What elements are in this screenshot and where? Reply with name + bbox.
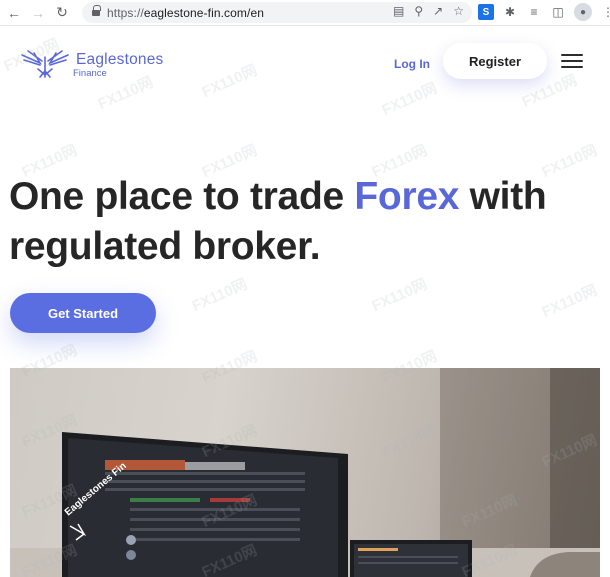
side-panel-icon[interactable]: ◫: [550, 4, 566, 20]
brand-subtitle: Finance: [73, 68, 107, 79]
more-menu-icon[interactable]: ⋮: [600, 4, 610, 20]
forward-icon[interactable]: →: [28, 3, 48, 23]
get-started-button[interactable]: Get Started: [10, 293, 156, 333]
url-text: https://eaglestone-fin.com/en: [107, 6, 264, 20]
bookmark-star-icon[interactable]: ☆: [453, 4, 464, 18]
site-header: Eaglestones Finance Log In Register: [0, 27, 610, 97]
address-bar[interactable]: https://eaglestone-fin.com/en ▤ ⚲ ↗ ☆: [82, 2, 472, 23]
eagle-logo-icon: [21, 50, 69, 78]
reading-list-icon[interactable]: ≡: [526, 4, 542, 20]
browser-toolbar: ← → ↻ https://eaglestone-fin.com/en ▤ ⚲ …: [0, 0, 610, 26]
extension-icon[interactable]: S: [478, 4, 494, 20]
login-link[interactable]: Log In: [394, 57, 430, 71]
watermark: FX110网: [539, 281, 600, 322]
url-host: eaglestone-fin.com/en: [143, 5, 265, 20]
back-icon[interactable]: ←: [4, 3, 24, 23]
translate-icon[interactable]: ▤: [393, 4, 404, 18]
hero-title: One place to trade Forex with regulated …: [9, 172, 599, 272]
watermark: FX110网: [189, 275, 250, 316]
zoom-icon[interactable]: ⚲: [414, 4, 423, 18]
logo[interactable]: Eaglestones Finance: [20, 47, 163, 81]
hero-title-part1: One place to trade: [9, 175, 355, 218]
hamburger-menu-icon[interactable]: [561, 54, 583, 68]
url-protocol: https://: [107, 5, 144, 20]
brand-name: Eaglestones: [76, 51, 164, 68]
share-icon[interactable]: ↗: [433, 4, 443, 18]
profile-avatar[interactable]: ●: [574, 3, 592, 21]
page: ← → ↻ https://eaglestone-fin.com/en ▤ ⚲ …: [0, 0, 610, 577]
puzzle-icon[interactable]: ✱: [502, 4, 518, 20]
register-button[interactable]: Register: [443, 43, 547, 79]
hero-image: Eaglestones Fin: [10, 368, 600, 577]
lock-icon: [92, 5, 101, 17]
watermark: FX110网: [369, 275, 430, 316]
reload-icon[interactable]: ↻: [52, 3, 72, 23]
trading-monitor-illustration: Eaglestones Fin: [10, 368, 600, 577]
hero-title-accent: Forex: [354, 175, 460, 218]
brand: Eaglestones: [76, 51, 164, 69]
